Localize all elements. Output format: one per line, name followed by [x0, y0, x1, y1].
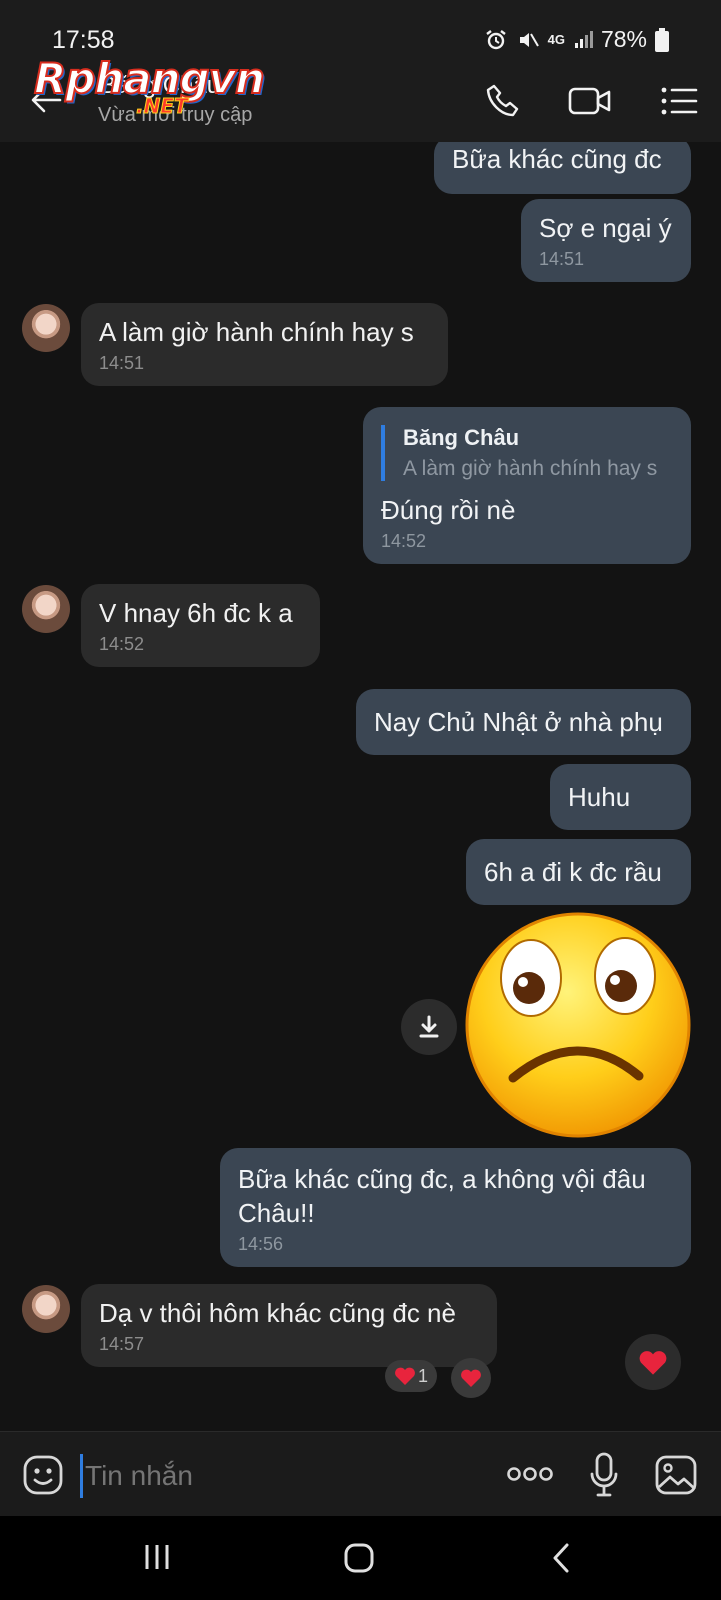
- battery-icon: [655, 27, 669, 52]
- quote-author: Băng Châu: [403, 425, 520, 450]
- back-nav-button[interactable]: [549, 1542, 573, 1579]
- message-outgoing[interactable]: Huhu: [550, 764, 691, 830]
- recent-apps-button[interactable]: [142, 1542, 172, 1577]
- message-outgoing[interactable]: Bữa khác cũng đc, a không vội đâu Châu!!…: [220, 1148, 691, 1267]
- quick-react-button[interactable]: [625, 1334, 681, 1390]
- message-outgoing[interactable]: Sợ e ngại ý 14:51: [521, 199, 691, 282]
- message-time: 14:52: [99, 634, 145, 654]
- avatar[interactable]: [22, 304, 70, 352]
- message-text: 6h a đi k đc rầu: [484, 857, 662, 887]
- signal-icon: [574, 30, 593, 48]
- status-bar: 17:58 4G 78%: [0, 0, 721, 58]
- message-time: 14:51: [99, 353, 145, 373]
- add-heart-reaction-button[interactable]: [451, 1358, 491, 1398]
- alarm-icon: [485, 29, 506, 49]
- gallery-button[interactable]: [654, 1454, 698, 1501]
- home-button[interactable]: [343, 1542, 375, 1579]
- message-text: Huhu: [568, 782, 631, 812]
- message-outgoing-reply[interactable]: Băng Châu A làm giờ hành chính hay s Đún…: [363, 407, 691, 564]
- menu-button[interactable]: [656, 78, 702, 124]
- heart-icon: [639, 1350, 667, 1375]
- emoji-face-icon: [23, 1455, 63, 1495]
- download-button[interactable]: [401, 999, 457, 1055]
- download-icon: [419, 1015, 439, 1038]
- message-text: Bữa khác cũng đc: [452, 144, 662, 174]
- more-options-button[interactable]: [506, 1464, 554, 1489]
- message-list[interactable]: Bữa khác cũng đc Sợ e ngại ý 14:51 A làm…: [0, 142, 721, 1431]
- message-text: V hnay 6h đc k a: [99, 598, 293, 628]
- message-text: A làm giờ hành chính hay s: [99, 317, 414, 347]
- message-text: Dạ v thôi hôm khác cũng đc nè: [99, 1298, 456, 1328]
- message-time: 14:57: [99, 1334, 145, 1354]
- quote-text: A làm giờ hành chính hay s: [403, 457, 658, 480]
- message-input[interactable]: [80, 1454, 467, 1498]
- message-text: Nay Chủ Nhật ở nhà phụ: [374, 707, 663, 737]
- image-icon: [655, 1455, 697, 1495]
- message-text-line1: Bữa khác cũng đc, a không vội đâu: [238, 1164, 646, 1194]
- quoted-message[interactable]: Băng Châu A làm giờ hành chính hay s: [381, 425, 673, 481]
- recent-apps-icon: [145, 1545, 169, 1569]
- message-incoming[interactable]: V hnay 6h đc k a 14:52: [81, 584, 320, 667]
- network-label: 4G: [547, 32, 565, 47]
- sad-emoji-sticker[interactable]: [463, 910, 693, 1140]
- phone-icon: [486, 84, 519, 117]
- status-icons: 4G 78%: [484, 26, 669, 53]
- message-outgoing[interactable]: 6h a đi k đc rầu: [466, 839, 691, 905]
- status-time: 17:58: [52, 26, 115, 54]
- heart-icon: [395, 1367, 415, 1385]
- reaction-count: 1: [417, 1365, 428, 1386]
- sticker-button[interactable]: [22, 1454, 64, 1501]
- list-menu-icon: [661, 87, 698, 115]
- more-dots-icon: [507, 1467, 553, 1481]
- system-nav-bar: [0, 1516, 721, 1600]
- message-incoming[interactable]: A làm giờ hành chính hay s 14:51: [81, 303, 448, 386]
- battery-percent: 78%: [600, 26, 647, 52]
- watermark-sub: .NET: [136, 94, 189, 119]
- heart-icon: [461, 1369, 481, 1387]
- avatar[interactable]: [22, 1285, 70, 1333]
- message-time: 14:56: [238, 1234, 284, 1254]
- message-time: 14:51: [539, 249, 585, 269]
- voice-record-button[interactable]: [589, 1452, 619, 1503]
- home-icon: [344, 1543, 374, 1573]
- message-text: Đúng rồi nè: [381, 495, 516, 525]
- watermark-logo: Rphangvn .NET: [33, 57, 266, 119]
- reaction-count-chip[interactable]: 1: [385, 1360, 437, 1392]
- message-input-bar: [0, 1431, 721, 1517]
- mute-icon: [519, 32, 539, 47]
- video-camera-icon: [568, 87, 611, 115]
- message-text-line2: Châu!!: [238, 1198, 315, 1228]
- message-time: 14:52: [381, 531, 427, 551]
- message-outgoing[interactable]: Bữa khác cũng đc: [434, 142, 691, 194]
- avatar[interactable]: [22, 585, 70, 633]
- video-call-button[interactable]: [562, 78, 618, 124]
- message-text: Sợ e ngại ý: [539, 213, 672, 243]
- voice-call-button[interactable]: [480, 78, 526, 124]
- message-outgoing[interactable]: Nay Chủ Nhật ở nhà phụ: [356, 689, 691, 755]
- microphone-icon: [590, 1452, 618, 1497]
- chevron-left-icon: [553, 1543, 569, 1573]
- message-incoming[interactable]: Dạ v thôi hôm khác cũng đc nè 14:57: [81, 1284, 497, 1367]
